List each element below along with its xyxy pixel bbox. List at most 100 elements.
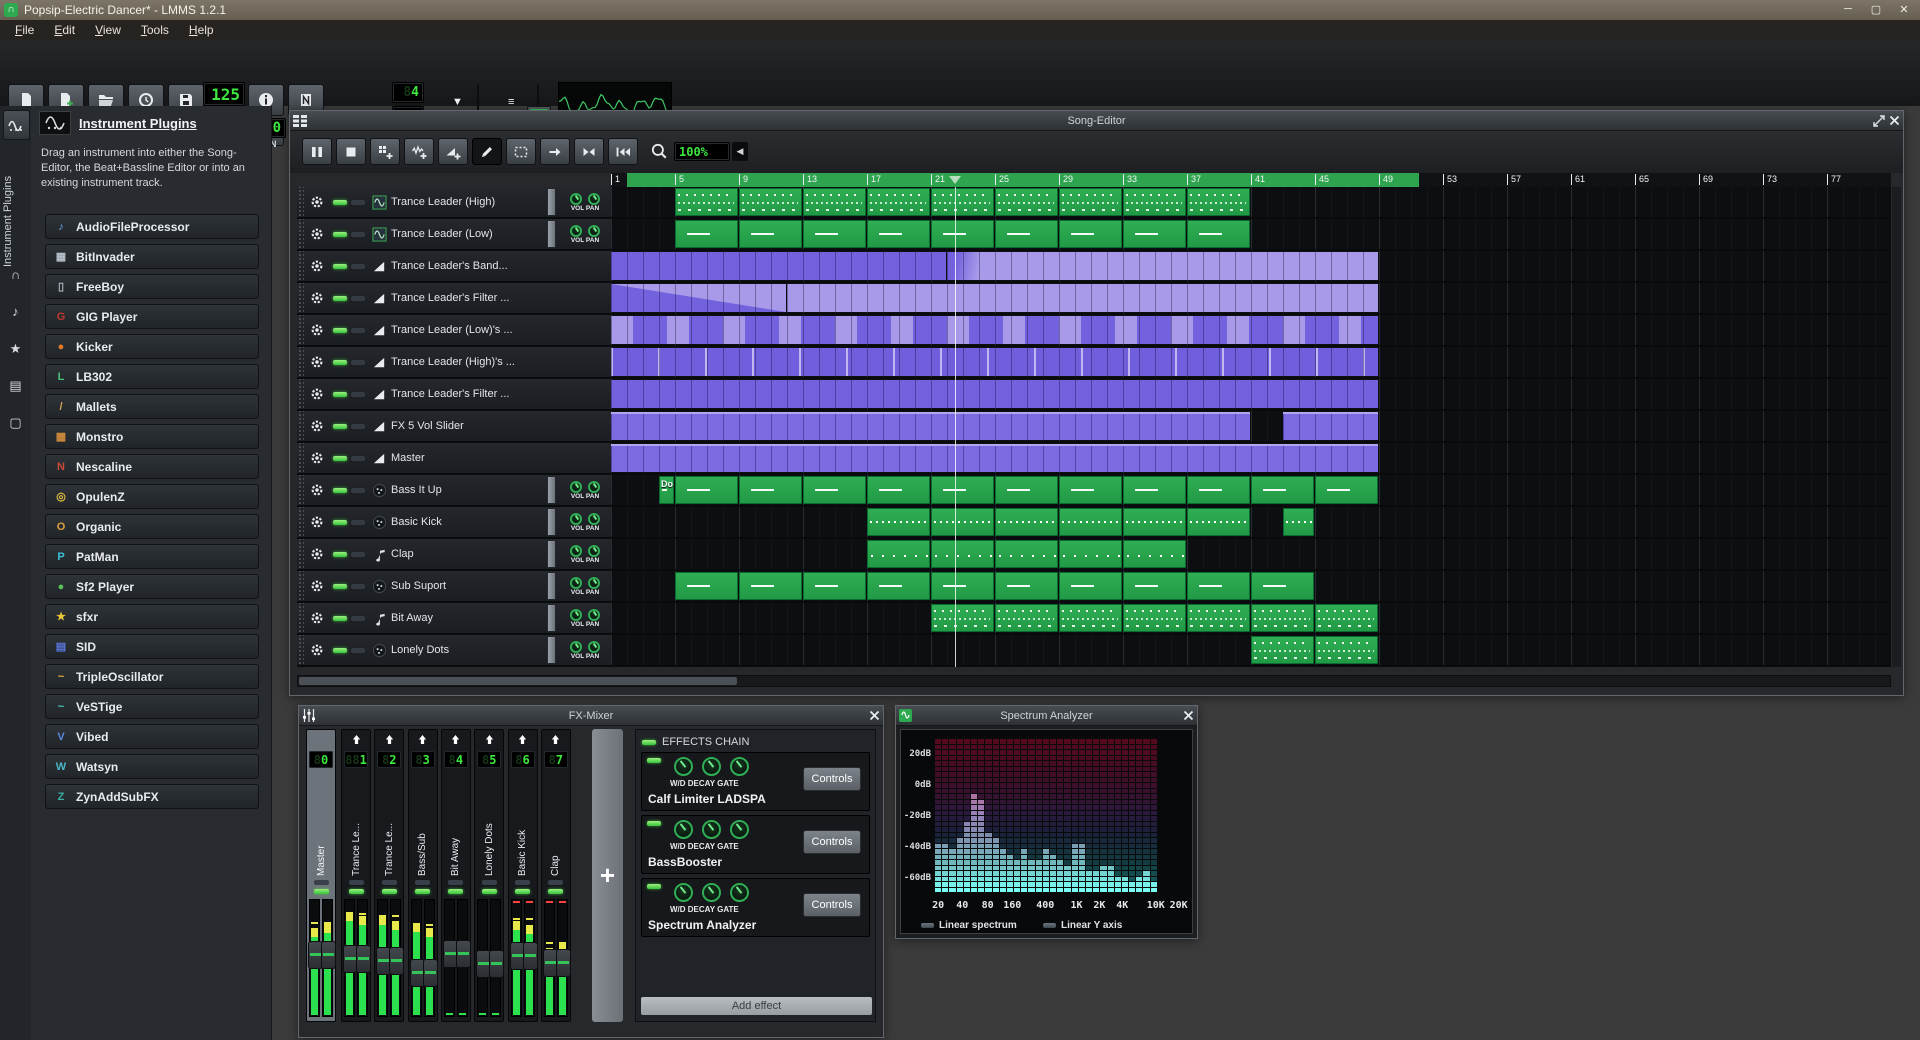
pattern-block[interactable]	[1059, 188, 1122, 216]
pattern-block[interactable]	[1187, 508, 1250, 536]
fader-handle[interactable]	[423, 959, 438, 987]
close-icon[interactable]	[1889, 115, 1900, 126]
horizontal-scrollbar[interactable]	[297, 675, 1891, 687]
plugin-item[interactable]: ●Kicker	[45, 334, 259, 359]
channel-fader-l[interactable]	[477, 899, 488, 1017]
pan-knob[interactable]	[588, 225, 600, 237]
pattern-block[interactable]	[995, 188, 1058, 216]
vertical-scrollbar[interactable]	[1892, 187, 1901, 667]
channel-fader-l[interactable]	[511, 899, 522, 1017]
decay-knob[interactable]	[702, 820, 721, 839]
stop-button[interactable]	[336, 138, 366, 165]
pattern-block[interactable]	[1187, 188, 1250, 216]
pattern-block[interactable]	[995, 540, 1058, 568]
track-content[interactable]	[611, 443, 1891, 475]
track-head[interactable]: Basic KickVOL PAN	[297, 507, 611, 539]
legend-toggle-2[interactable]: Linear Y axis	[1043, 920, 1122, 931]
effect-slot[interactable]: W/D DECAY GATEControlsBassBooster	[641, 815, 870, 874]
wd-knob[interactable]	[674, 883, 693, 902]
send-arrow-icon[interactable]	[350, 730, 363, 749]
pattern-block[interactable]	[675, 188, 738, 216]
controls-button[interactable]: Controls	[803, 893, 861, 917]
channel-name[interactable]: Bit Away	[450, 768, 461, 878]
new-channel-button[interactable]: +	[592, 729, 623, 1022]
volume-knob[interactable]	[570, 225, 582, 237]
track-name[interactable]: Trance Leader's Filter ...	[391, 388, 611, 400]
fader-handle[interactable]	[556, 949, 571, 977]
channel-fader-l[interactable]	[309, 899, 320, 1017]
channel-solo-led[interactable]	[515, 880, 530, 885]
track-content[interactable]	[611, 411, 1891, 443]
volume-knob[interactable]	[570, 609, 582, 621]
pattern-block[interactable]	[931, 220, 994, 248]
pattern-block[interactable]	[803, 188, 866, 216]
mute-led[interactable]	[333, 424, 347, 429]
channel-mute-led[interactable]	[382, 889, 397, 894]
pan-knob[interactable]	[588, 545, 600, 557]
computer-icon[interactable]: ▢	[5, 412, 26, 433]
channel-fader-l[interactable]	[544, 899, 555, 1017]
channel-name[interactable]: Trance Le...	[384, 768, 395, 878]
effect-slot[interactable]: W/D DECAY GATEControlsSpectrum Analyzer	[641, 878, 870, 937]
track-fader[interactable]	[547, 220, 556, 248]
track-grip-handle[interactable]	[297, 187, 304, 217]
fader-handle[interactable]	[489, 950, 504, 978]
track-content[interactable]	[611, 379, 1891, 411]
home-icon[interactable]: ★	[5, 338, 26, 359]
channel-fader-l[interactable]	[344, 899, 355, 1017]
song-editor-titlebar[interactable]: Song-Editor	[290, 111, 1903, 131]
pattern-block[interactable]	[1059, 220, 1122, 248]
pattern-block[interactable]	[1059, 508, 1122, 536]
track-fader[interactable]	[547, 540, 556, 568]
tab-instrument-plugins[interactable]	[3, 110, 30, 140]
plugin-item[interactable]: ▯FreeBoy	[45, 274, 259, 299]
wd-knob[interactable]	[674, 757, 693, 776]
gate-knob[interactable]	[730, 820, 749, 839]
channel-mute-led[interactable]	[482, 889, 497, 894]
fader-handle[interactable]	[456, 940, 471, 968]
solo-led[interactable]	[351, 296, 365, 301]
track-gear-button[interactable]	[304, 323, 330, 337]
channel-name[interactable]: Bass/Sub	[417, 768, 428, 878]
track-head[interactable]: Trance Leader's Band...	[297, 251, 611, 283]
track-fader[interactable]	[547, 636, 556, 664]
pattern-block[interactable]	[867, 508, 930, 536]
pattern-block[interactable]	[995, 476, 1058, 504]
plugin-item[interactable]: ~TripleOscillator	[45, 664, 259, 689]
track-grip-handle[interactable]	[297, 251, 304, 281]
automation-pattern[interactable]	[611, 444, 1378, 472]
controls-button[interactable]: Controls	[803, 830, 861, 854]
channel-mute-led[interactable]	[448, 889, 463, 894]
plugin-item[interactable]: OOrganic	[45, 514, 259, 539]
pattern-block[interactable]	[1315, 636, 1378, 664]
volume-knob[interactable]	[570, 641, 582, 653]
automation-pattern[interactable]	[1283, 412, 1378, 440]
edit-mode-button[interactable]	[506, 138, 536, 165]
automation-pattern[interactable]	[611, 348, 1378, 376]
track-gear-button[interactable]	[304, 355, 330, 369]
track-gear-button[interactable]	[304, 195, 330, 209]
track-name[interactable]: Sub Suport	[391, 580, 547, 592]
pan-knob[interactable]	[588, 193, 600, 205]
close-icon[interactable]: ✕	[1890, 0, 1918, 18]
pattern-block[interactable]	[1187, 476, 1250, 504]
root-icon[interactable]: ▤	[5, 375, 26, 396]
mute-led[interactable]	[333, 296, 347, 301]
mute-led[interactable]	[333, 520, 347, 525]
timeline[interactable]: 159131721252933374145495357616569737781	[611, 173, 1891, 187]
pattern-block[interactable]	[1123, 540, 1186, 568]
menu-file[interactable]: File	[6, 21, 43, 39]
track-gear-button[interactable]	[304, 547, 330, 561]
track-name[interactable]: Trance Leader (High)	[391, 196, 547, 208]
track-gear-button[interactable]	[304, 387, 330, 401]
pattern-block[interactable]	[1059, 604, 1122, 632]
pattern-block[interactable]	[1187, 604, 1250, 632]
pattern-block[interactable]	[931, 188, 994, 216]
track-head[interactable]: Lonely DotsVOL PAN	[297, 635, 611, 667]
spectrum-titlebar[interactable]: Spectrum Analyzer	[896, 706, 1197, 726]
fx-mixer-titlebar[interactable]: FX-Mixer	[299, 706, 883, 726]
add-bb-track-button[interactable]	[370, 138, 400, 165]
plugin-item[interactable]: GGIG Player	[45, 304, 259, 329]
track-grip-handle[interactable]	[297, 571, 304, 601]
pattern-block[interactable]	[867, 572, 930, 600]
